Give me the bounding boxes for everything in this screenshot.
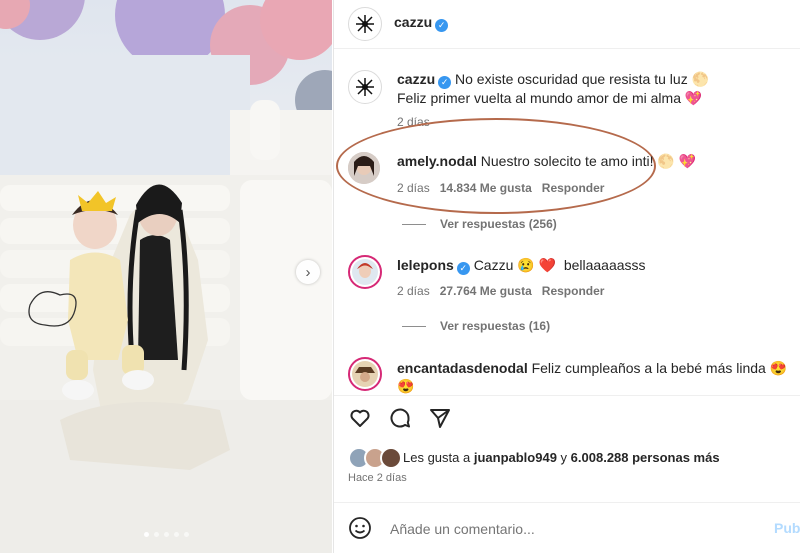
liker-avatar	[380, 447, 402, 469]
view-replies-label: Ver respuestas (256)	[440, 217, 557, 231]
comment-meta: 2 días 27.764 Me gusta Responder	[397, 284, 604, 298]
caption-line2: Feliz primer vuelta al mundo amor de mi …	[397, 89, 681, 106]
view-replies-button[interactable]: Ver respuestas (16)	[402, 319, 550, 333]
comment-emoji: 🌕 💖	[657, 153, 697, 169]
caption-line1: No existe oscuridad que resista tu luz	[455, 71, 688, 87]
divider-line	[402, 223, 426, 225]
post-age: Hace 2 días	[348, 472, 407, 484]
post-photo[interactable]: ›	[0, 0, 332, 553]
post-image	[0, 0, 332, 553]
share-icon[interactable]	[428, 406, 452, 430]
caption-avatar[interactable]	[348, 70, 382, 104]
comment-text: Feliz cumpleaños a la bebé más linda	[531, 360, 766, 376]
carousel-dot	[153, 532, 159, 537]
comment-username[interactable]: lelepons	[397, 257, 454, 273]
comment-emoji: 😢 ❤️	[517, 257, 557, 273]
comment-username[interactable]: amely.nodal	[397, 153, 477, 169]
post-actions	[348, 406, 452, 430]
publish-button[interactable]: Publicar	[774, 520, 800, 536]
divider	[334, 395, 800, 396]
comment-avatar[interactable]	[348, 357, 382, 391]
avatar-photo-icon	[352, 259, 378, 285]
divider-line	[402, 325, 426, 327]
post-details-panel: cazzu ✓ cazzu ✓ No existe oscuridad que re…	[333, 0, 800, 553]
carousel-dot	[183, 532, 189, 537]
comment-likes[interactable]: 14.834 Me gusta	[440, 181, 532, 195]
view-replies-button[interactable]: Ver respuestas (256)	[402, 217, 557, 231]
emoji-icon[interactable]	[348, 516, 372, 540]
post-header: cazzu ✓	[334, 0, 800, 49]
likes-summary: Les gusta a juanpablo949 y 6.008.288 per…	[403, 450, 720, 465]
reply-button[interactable]: Responder	[542, 181, 605, 195]
likes-joiner: y	[560, 450, 568, 465]
comment-body: amely.nodal Nuestro solecito te amo inti…	[397, 152, 792, 170]
likers-avatars[interactable]	[348, 447, 402, 469]
avatar-photo-icon	[352, 361, 378, 387]
comment-emoji: 😍	[769, 360, 788, 376]
carousel-dot	[173, 532, 179, 537]
spider-logo-icon	[356, 15, 374, 33]
full-moon-emoji: 🌕	[691, 71, 710, 87]
liker-username[interactable]: juanpablo949	[474, 450, 557, 465]
caption-username[interactable]: cazzu	[397, 71, 435, 87]
view-replies-label: Ver respuestas (16)	[440, 319, 551, 333]
carousel-indicator	[0, 532, 332, 537]
comment-age: 2 días	[397, 284, 430, 298]
likes-prefix: Les gusta a	[403, 450, 471, 465]
comment-text: Cazzu	[473, 257, 514, 273]
comment-text: Nuestro solecito te amo inti!	[480, 153, 654, 169]
comment-meta: 2 días 14.834 Me gusta Responder	[397, 181, 604, 195]
comment-emoji: 😍	[397, 378, 415, 394]
spider-logo-icon	[356, 78, 374, 96]
comment-avatar[interactable]	[348, 152, 380, 184]
comment-username[interactable]: encantadasdenodal	[397, 360, 528, 376]
likes-others[interactable]: 6.008.288 personas más	[571, 450, 720, 465]
heart-icon[interactable]	[348, 406, 372, 430]
avatar-photo-icon	[348, 152, 380, 184]
comment-avatar[interactable]	[348, 255, 382, 289]
comment-age: 2 días	[397, 181, 430, 195]
carousel-dot	[143, 532, 149, 537]
carousel-dot	[163, 532, 169, 537]
comment-likes[interactable]: 27.764 Me gusta	[440, 284, 532, 298]
reply-button[interactable]: Responder	[542, 284, 605, 298]
comment-text-extra: bellaaaaasss	[563, 257, 646, 273]
next-photo-button[interactable]: ›	[296, 260, 320, 284]
heart-emoji: 💖	[684, 89, 703, 106]
verified-badge-icon: ✓	[435, 19, 449, 32]
post-caption: cazzu ✓ No existe oscuridad que resista t…	[397, 70, 792, 107]
chevron-right-icon: ›	[305, 263, 311, 281]
comment-body: lelepons ✓ Cazzu 😢 ❤️ bellaaaaasss	[397, 256, 792, 275]
comment-input[interactable]	[388, 517, 752, 541]
author-avatar[interactable]	[348, 7, 382, 41]
comment-body: encantadasdenodal Feliz cumpleaños a la …	[397, 359, 792, 395]
comment-icon[interactable]	[388, 406, 412, 430]
verified-badge-icon: ✓	[456, 261, 470, 275]
author-username[interactable]: cazzu	[394, 14, 432, 30]
verified-badge-icon: ✓	[438, 75, 452, 89]
comment-bar: Publicar	[334, 502, 800, 554]
